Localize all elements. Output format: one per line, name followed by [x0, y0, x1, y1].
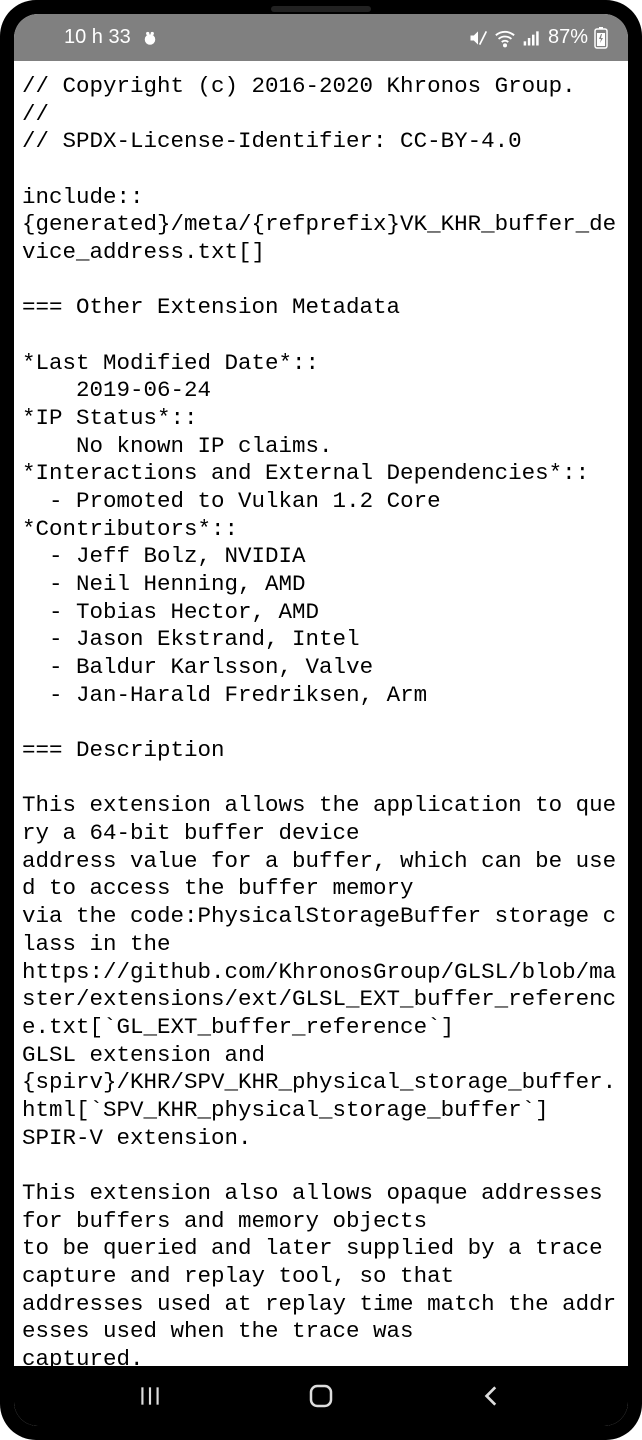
section-header: === Description: [22, 737, 225, 763]
signal-icon: [522, 28, 542, 48]
paragraph-line: address value for a buffer, which can be…: [22, 848, 616, 902]
code-line: // Copyright (c) 2016-2020 Khronos Group…: [22, 73, 576, 99]
home-button[interactable]: [281, 1376, 361, 1416]
status-bar: 10 h 33 87%: [14, 14, 628, 61]
wifi-icon: [494, 27, 516, 49]
paragraph-line: to be queried and later supplied by a tr…: [22, 1235, 616, 1289]
field-value: No known IP claims.: [22, 433, 333, 459]
paragraph-line: SPIR-V extension.: [22, 1125, 252, 1151]
phone-screen: 10 h 33 87% // C: [14, 14, 628, 1426]
section-header: === Other Extension Metadata: [22, 294, 400, 320]
phone-speaker: [271, 6, 371, 12]
status-right: 87%: [468, 26, 608, 49]
document-content[interactable]: // Copyright (c) 2016-2020 Khronos Group…: [14, 61, 628, 1366]
field-label: *Contributors*::: [22, 516, 238, 542]
code-line: // SPDX-License-Identifier: CC-BY-4.0: [22, 128, 522, 154]
field-label: *Interactions and External Dependencies*…: [22, 460, 589, 486]
recents-button[interactable]: [110, 1376, 190, 1416]
field-value: 2019-06-24: [22, 377, 211, 403]
navigation-bar: [14, 1366, 628, 1426]
paragraph-line: via the code:PhysicalStorageBuffer stora…: [22, 903, 616, 957]
paragraph-line: This extension also allows opaque addres…: [22, 1180, 616, 1234]
paragraph-line: https://github.com/KhronosGroup/GLSL/blo…: [22, 959, 616, 1040]
field-value: - Promoted to Vulkan 1.2 Core: [22, 488, 441, 514]
paragraph-line: {spirv}/KHR/SPV_KHR_physical_storage_buf…: [22, 1069, 616, 1123]
list-item: - Jeff Bolz, NVIDIA: [22, 543, 306, 569]
status-time: 10 h 33: [64, 26, 131, 49]
code-line: {generated}/meta/{refprefix}VK_KHR_buffe…: [22, 211, 616, 265]
mute-icon: [468, 28, 488, 48]
back-button[interactable]: [452, 1376, 532, 1416]
code-line: include::: [22, 184, 144, 210]
paragraph-line: GLSL extension and: [22, 1042, 265, 1068]
list-item: - Jason Ekstrand, Intel: [22, 626, 360, 652]
battery-icon: [594, 27, 608, 49]
ladybug-icon: [141, 29, 159, 47]
list-item: - Neil Henning, AMD: [22, 571, 306, 597]
list-item: - Baldur Karlsson, Valve: [22, 654, 373, 680]
code-line: //: [22, 101, 49, 127]
list-item: - Tobias Hector, AMD: [22, 599, 319, 625]
list-item: - Jan-Harald Fredriksen, Arm: [22, 682, 427, 708]
battery-text: 87%: [548, 26, 588, 49]
paragraph-line: This extension allows the application to…: [22, 792, 616, 846]
paragraph-line: addresses used at replay time match the …: [22, 1291, 616, 1345]
phone-frame: 10 h 33 87% // C: [0, 0, 642, 1440]
field-label: *Last Modified Date*::: [22, 350, 319, 376]
status-left: 10 h 33: [64, 26, 159, 49]
field-label: *IP Status*::: [22, 405, 198, 431]
paragraph-line: captured.: [22, 1346, 144, 1366]
